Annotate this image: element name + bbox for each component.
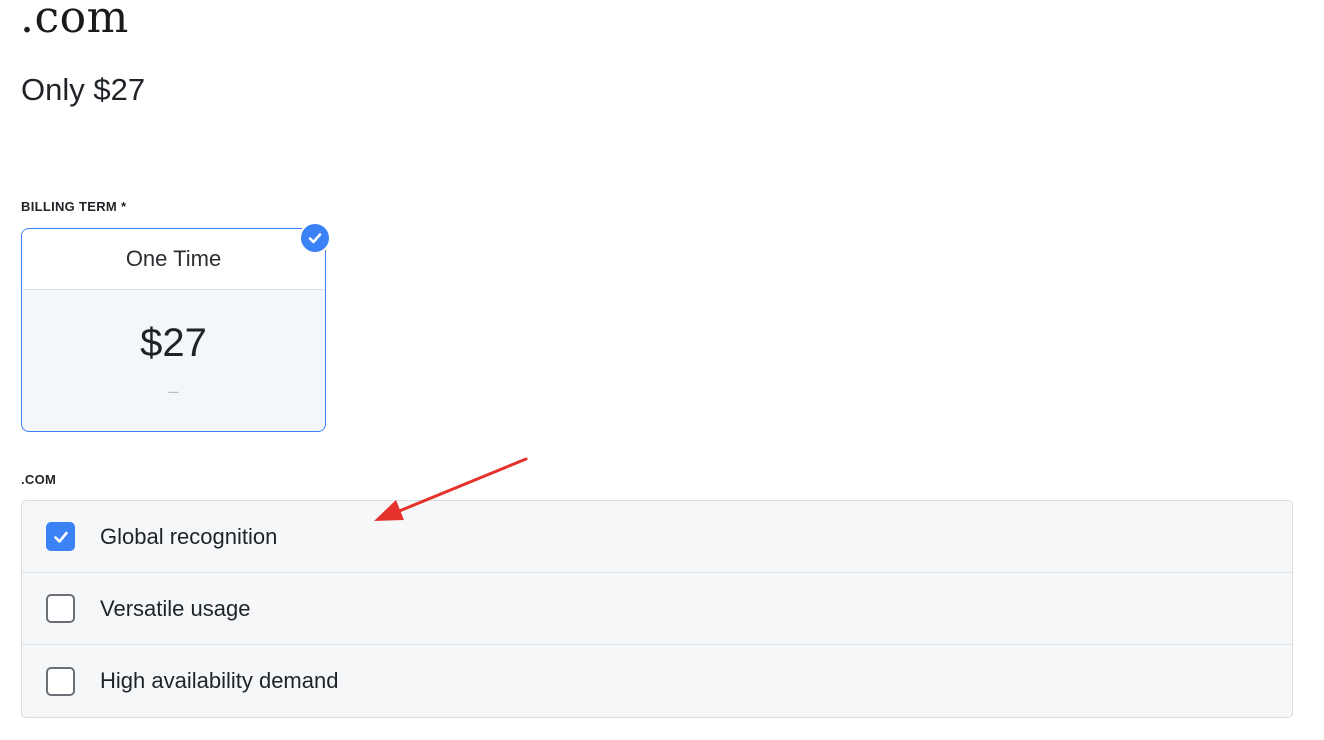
checkbox-global-recognition[interactable] (46, 522, 75, 551)
check-circle-icon (299, 222, 331, 254)
price-subtitle: Only $27 (21, 72, 146, 107)
checkbox-high-availability-demand[interactable] (46, 666, 75, 696)
page: .com Only $27 BILLING TERM * One Time $2… (0, 0, 1324, 740)
billing-term-name: One Time (22, 229, 325, 290)
billing-term-card-one-time[interactable]: One Time $27 – (21, 228, 326, 432)
extension-options-list: Global recognition Versatile usage High … (21, 500, 1293, 718)
option-label: Global recognition (100, 523, 278, 549)
billing-term-price: $27 (140, 321, 207, 365)
option-label: High availability demand (100, 668, 339, 693)
option-high-availability-demand[interactable]: High availability demand (22, 645, 1292, 717)
option-global-recognition[interactable]: Global recognition (22, 501, 1292, 573)
billing-term-note: – (168, 381, 179, 401)
option-label: Versatile usage (100, 595, 251, 621)
checkmark-icon (53, 531, 68, 543)
billing-term-label: BILLING TERM * (21, 199, 127, 214)
extension-label: .COM (21, 472, 57, 487)
product-title: .com (20, 0, 129, 43)
checkbox-versatile-usage[interactable] (46, 594, 75, 623)
option-versatile-usage[interactable]: Versatile usage (22, 573, 1292, 645)
